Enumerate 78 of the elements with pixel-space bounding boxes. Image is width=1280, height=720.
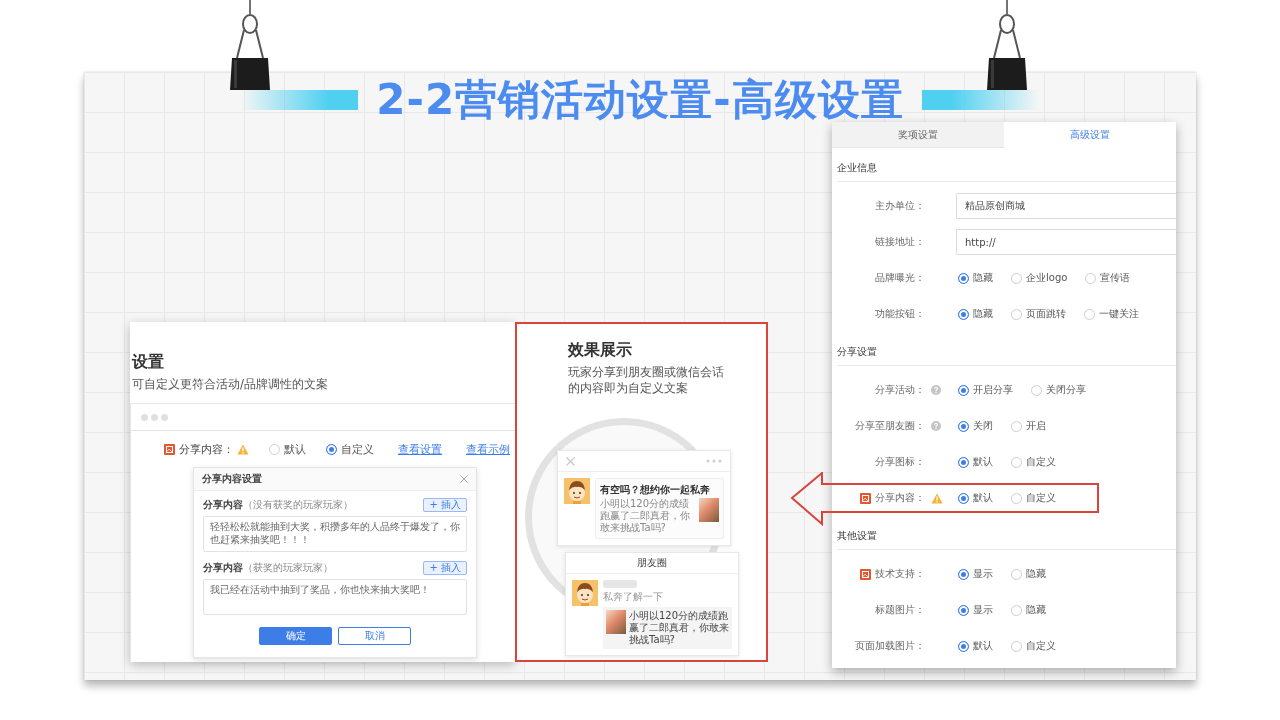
more-icon xyxy=(706,459,722,463)
slide-title: 2-2营销活动设置-高级设置 xyxy=(376,76,904,124)
radio-option[interactable]: 隐藏 xyxy=(958,307,993,321)
radio-option[interactable]: 自定义 xyxy=(326,441,374,457)
radio-option[interactable]: 默认 xyxy=(958,455,993,469)
field-label: 分享图标： xyxy=(875,455,925,469)
radio-option[interactable]: 页面跳转 xyxy=(1011,307,1066,321)
panel-heading: 设置 xyxy=(132,352,165,372)
field-label: 页面加载图片： xyxy=(855,639,925,653)
field-label: 分享内容 xyxy=(203,561,243,575)
help-icon[interactable] xyxy=(931,385,941,395)
radio-option[interactable]: 显示 xyxy=(958,567,993,581)
radio-option[interactable]: 自定义 xyxy=(1011,455,1056,469)
thumbnail-placeholder xyxy=(606,610,626,634)
message-title: 有空吗？想约你一起私奔 xyxy=(600,483,711,496)
badge-icon xyxy=(164,443,175,455)
text-link[interactable]: 查看示例 xyxy=(466,441,510,457)
link-preview-text: 小明以120分的成绩跑赢了二郎真君，你敢来挑战Ta吗? xyxy=(629,610,729,646)
radio-option[interactable]: 开启分享 xyxy=(958,383,1013,397)
radio-option[interactable]: 隐藏 xyxy=(1011,567,1046,581)
radio-option[interactable]: 一键关注 xyxy=(1084,307,1139,321)
radio-option[interactable]: 隐藏 xyxy=(958,271,993,285)
radio-option[interactable]: 自定义 xyxy=(1011,491,1056,505)
field-label: 功能按钮： xyxy=(875,307,925,321)
radio-option[interactable]: 默认 xyxy=(269,441,306,457)
field-label: 主办单位： xyxy=(875,199,925,213)
radio-option[interactable]: 隐藏 xyxy=(1011,603,1046,617)
radio-option[interactable]: 企业logo xyxy=(1011,271,1068,285)
tab[interactable]: 高级设置 xyxy=(1004,122,1176,148)
thumbnail-placeholder xyxy=(699,498,719,522)
text-link[interactable]: 查看设置 xyxy=(398,441,442,457)
field-label: 标题图片： xyxy=(875,603,925,617)
section-title: 企业信息 xyxy=(837,161,877,174)
close-icon xyxy=(566,456,575,466)
help-icon[interactable] xyxy=(931,421,941,431)
warning-icon xyxy=(237,443,249,455)
radio-option[interactable]: 显示 xyxy=(958,603,993,617)
radio-option[interactable]: 关闭分享 xyxy=(1031,383,1086,397)
field-label: 技术支持： xyxy=(875,567,925,581)
field-hint: （获奖的玩家玩家） xyxy=(243,561,333,575)
section-title: 其他设置 xyxy=(837,529,877,542)
text-input-field[interactable]: http:// xyxy=(956,229,1176,255)
panel-heading: 效果展示 xyxy=(568,340,633,360)
insert-button[interactable]: + 插入 xyxy=(423,498,467,512)
field-label: 分享内容： xyxy=(179,441,234,457)
insert-button[interactable]: + 插入 xyxy=(423,561,467,575)
message-text: 小明以120分的成绩跑赢了二郎真君，你敢来挑战Ta吗? xyxy=(600,498,691,534)
field-label: 分享活动： xyxy=(875,383,925,397)
close-icon[interactable] xyxy=(460,475,468,483)
panel-description: 玩家分享到朋友圈或微信会话的内容即为自定义文案 xyxy=(568,364,725,396)
cartoon-avatar-icon xyxy=(572,580,598,606)
text-area-field[interactable]: 我已经在活动中抽到了奖品，你也快来抽大奖吧！ xyxy=(203,579,467,615)
panel-description: 可自定义更符合活动/品牌调性的文案 xyxy=(132,376,330,392)
radio-option[interactable]: 自定义 xyxy=(1011,639,1056,653)
window-dots-icon xyxy=(141,413,168,421)
binder-clip-icon xyxy=(985,0,1029,92)
confirm-button[interactable]: 确定 xyxy=(259,627,332,645)
cancel-button[interactable]: 取消 xyxy=(338,627,411,645)
radio-option[interactable]: 开启 xyxy=(1011,419,1046,433)
radio-option[interactable]: 关闭 xyxy=(958,419,993,433)
field-label: 分享内容： xyxy=(875,491,925,505)
radio-option[interactable]: 宣传语 xyxy=(1085,271,1131,285)
field-label: 链接地址： xyxy=(875,235,925,249)
cartoon-avatar-icon xyxy=(564,478,590,504)
field-label: 品牌曝光： xyxy=(875,271,925,285)
binder-clip-icon xyxy=(228,0,272,92)
moments-title: 朋友圈 xyxy=(566,553,738,574)
tab[interactable]: 奖项设置 xyxy=(832,122,1004,148)
field-label: 分享内容 xyxy=(203,498,243,512)
field-label: 分享至朋友圈： xyxy=(855,419,925,433)
blurred-name-placeholder xyxy=(603,580,637,588)
text-input-field[interactable]: 精品原创商城 xyxy=(956,193,1176,219)
dialog-title: 分享内容设置 xyxy=(202,472,262,486)
radio-option[interactable]: 默认 xyxy=(958,639,993,653)
radio-option[interactable]: 默认 xyxy=(958,491,993,505)
text-area-field[interactable]: 轻轻松松就能抽到大奖，积攒多年的人品终于爆发了，你也赶紧来抽奖吧！！！ xyxy=(203,516,467,552)
field-hint: （没有获奖的玩家玩家） xyxy=(243,498,353,512)
section-title: 分享设置 xyxy=(837,345,877,358)
